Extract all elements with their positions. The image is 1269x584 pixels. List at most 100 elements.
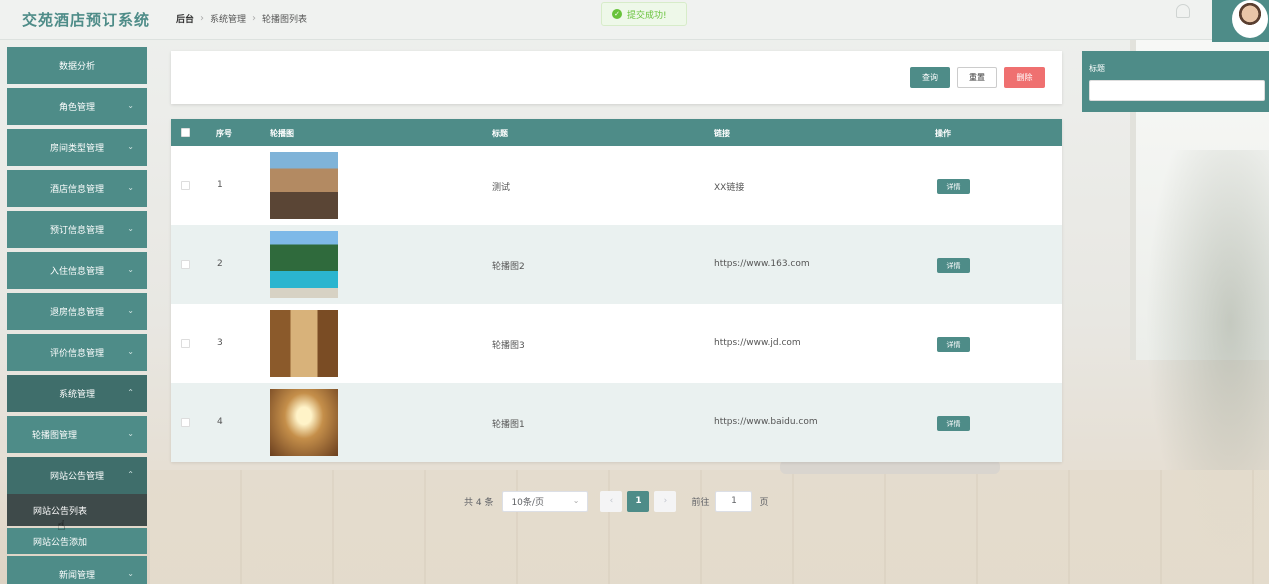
sidebar-item-hotel-info[interactable]: 酒店信息管理 ⌄ xyxy=(7,170,147,207)
sidebar-item-label: 网站公告管理 xyxy=(49,472,104,482)
row-checkbox[interactable] xyxy=(181,260,190,269)
carousel-thumbnail xyxy=(270,231,338,298)
row-index: 1 xyxy=(217,180,223,190)
row-index: 3 xyxy=(217,338,223,348)
detail-button[interactable]: 详情 xyxy=(937,258,970,273)
submenu-item-label: 网站公告添加 xyxy=(33,537,88,548)
toast-message: 提交成功! xyxy=(627,10,667,21)
hand-cursor-icon: ☝ xyxy=(57,518,66,534)
filter-panel: 标题 xyxy=(1082,51,1269,112)
row-checkbox[interactable] xyxy=(181,181,190,190)
sidebar-item-label: 系统管理 xyxy=(58,390,95,400)
sidebar-item-label: 数据分析 xyxy=(58,62,95,72)
chevron-down-icon: ⌄ xyxy=(127,569,134,578)
search-button[interactable]: 查询 xyxy=(910,67,950,88)
sidebar-item-booking-info[interactable]: 预订信息管理 ⌄ xyxy=(7,211,147,248)
sidebar-item-data-analysis[interactable]: 数据分析 xyxy=(7,47,147,84)
pagination-total: 共 4 条 xyxy=(464,497,494,508)
delete-button[interactable]: 删除 xyxy=(1004,67,1045,88)
sidebar-item-label: 入住信息管理 xyxy=(49,267,104,277)
chevron-down-icon: ⌄ xyxy=(127,306,134,315)
title-filter-label: 标题 xyxy=(1089,64,1105,73)
submenu-item-notice-list[interactable]: 网站公告列表 xyxy=(7,494,147,526)
avatar[interactable] xyxy=(1212,0,1269,42)
sidebar-item-review-info[interactable]: 评价信息管理 ⌄ xyxy=(7,334,147,371)
detail-button[interactable]: 详情 xyxy=(937,416,970,431)
chevron-up-icon: ⌃ xyxy=(127,388,134,397)
page-size-value: 10条/页 xyxy=(511,497,544,508)
select-all-checkbox[interactable] xyxy=(181,128,190,137)
submenu-item-notice-add[interactable]: 网站公告添加 xyxy=(7,528,147,554)
breadcrumb-separator-icon: › xyxy=(200,13,205,24)
row-link: XX链接 xyxy=(714,183,745,193)
goto-page-input[interactable]: 1 xyxy=(715,490,753,512)
sidebar-item-label: 评价信息管理 xyxy=(49,349,104,359)
pagination: 共 4 条 10条/页 ⌄ ‹ 1 › 前往 1 页 xyxy=(464,490,768,512)
title-filter-input[interactable] xyxy=(1089,80,1265,101)
sidebar-item-notices[interactable]: 网站公告管理 ⌃ xyxy=(7,457,147,494)
sidebar-item-news[interactable]: 新闻管理 ⌄ xyxy=(7,556,147,584)
carousel-table: 序号 轮播图 标题 链接 操作 1 测试 XX链接 详情 2 轮播图2 http… xyxy=(171,119,1062,462)
chevron-down-icon: ⌄ xyxy=(127,101,134,110)
row-link: https://www.163.com xyxy=(714,259,810,269)
row-checkbox[interactable] xyxy=(181,418,190,427)
row-index: 2 xyxy=(217,259,223,269)
table-header: 序号 轮播图 标题 链接 操作 xyxy=(171,119,1062,146)
sidebar-item-label: 预订信息管理 xyxy=(49,226,104,236)
row-title: 测试 xyxy=(492,183,511,193)
carousel-thumbnail xyxy=(270,152,338,219)
sidebar-item-checkout-info[interactable]: 退房信息管理 ⌄ xyxy=(7,293,147,330)
breadcrumb-current: 轮播图列表 xyxy=(262,15,308,25)
detail-button[interactable]: 详情 xyxy=(937,337,970,352)
page-size-select[interactable]: 10条/页 ⌄ xyxy=(502,490,589,512)
goto-label: 前往 xyxy=(691,497,710,508)
sidebar-item-roles[interactable]: 角色管理 ⌄ xyxy=(7,88,147,125)
top-header: 交苑酒店预订系统 后台 › 系统管理 › 轮播图列表 ✓ 提交成功! xyxy=(0,0,1269,42)
row-index: 4 xyxy=(217,417,223,427)
row-checkbox[interactable] xyxy=(181,339,190,348)
breadcrumb-home[interactable]: 后台 xyxy=(176,12,194,25)
success-toast: ✓ 提交成功! xyxy=(601,2,687,26)
breadcrumb-system[interactable]: 系统管理 xyxy=(210,12,246,25)
header-image: 轮播图 xyxy=(270,129,294,138)
header-action: 操作 xyxy=(935,129,951,138)
row-link: https://www.baidu.com xyxy=(714,417,818,427)
sidebar-item-system[interactable]: 系统管理 ⌃ xyxy=(7,375,147,412)
chevron-down-icon: ⌄ xyxy=(572,495,580,505)
sidebar: 数据分析 角色管理 ⌄ 房间类型管理 ⌄ 酒店信息管理 ⌄ 预订信息管理 ⌄ 入… xyxy=(7,47,147,584)
background-floor xyxy=(150,470,1269,584)
prev-page-button[interactable]: ‹ xyxy=(600,490,623,512)
bell-icon[interactable] xyxy=(1176,4,1190,18)
carousel-thumbnail xyxy=(270,389,338,456)
sidebar-item-label: 房间类型管理 xyxy=(49,144,104,154)
sidebar-item-label: 角色管理 xyxy=(58,103,95,113)
header-link: 链接 xyxy=(714,129,730,138)
row-link: https://www.jd.com xyxy=(714,338,801,348)
detail-button[interactable]: 详情 xyxy=(937,179,970,194)
sidebar-item-carousel[interactable]: 轮播图管理 ⌄ xyxy=(7,416,147,453)
sidebar-item-checkin-info[interactable]: 入住信息管理 ⌄ xyxy=(7,252,147,289)
next-page-button[interactable]: › xyxy=(654,490,677,512)
action-toolbar: 查询 重置 删除 xyxy=(171,51,1062,104)
chevron-down-icon: ⌄ xyxy=(127,224,134,233)
app-title: 交苑酒店预订系统 xyxy=(22,11,151,29)
sidebar-item-room-types[interactable]: 房间类型管理 ⌄ xyxy=(7,129,147,166)
table-row: 1 测试 XX链接 详情 xyxy=(171,146,1062,225)
chevron-up-icon: ⌃ xyxy=(127,470,134,479)
row-title: 轮播图3 xyxy=(492,341,525,351)
reset-button[interactable]: 重置 xyxy=(957,67,997,88)
chevron-down-icon: ⌄ xyxy=(127,265,134,274)
page-number-current[interactable]: 1 xyxy=(627,490,650,512)
sidebar-item-label: 退房信息管理 xyxy=(49,308,104,318)
chevron-down-icon: ⌄ xyxy=(127,183,134,192)
header-title: 标题 xyxy=(492,129,508,138)
header-index: 序号 xyxy=(216,129,232,138)
page-unit-label: 页 xyxy=(759,497,769,508)
chevron-down-icon: ⌄ xyxy=(127,347,134,356)
table-row: 4 轮播图1 https://www.baidu.com 详情 xyxy=(171,383,1062,462)
row-title: 轮播图2 xyxy=(492,262,525,272)
background-chair xyxy=(780,460,1000,474)
row-title: 轮播图1 xyxy=(492,420,525,430)
check-circle-icon: ✓ xyxy=(612,9,622,19)
chevron-down-icon: ⌄ xyxy=(127,142,134,151)
